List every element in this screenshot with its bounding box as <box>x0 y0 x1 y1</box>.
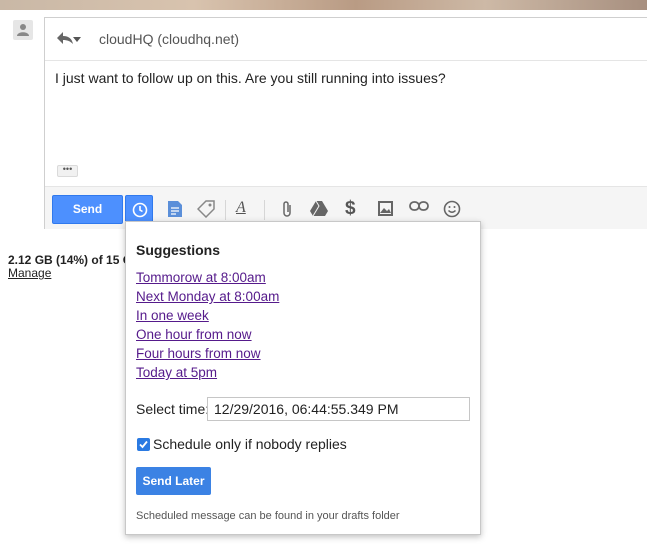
checkmark-icon <box>139 440 148 449</box>
suggestions-heading: Suggestions <box>136 242 221 258</box>
link-icon[interactable] <box>409 200 429 212</box>
drafts-folder-note: Scheduled message can be found in your d… <box>136 510 400 522</box>
manage-storage-link[interactable]: Manage <box>8 266 51 280</box>
storage-usage: 2.12 GB (14%) of 15 GB <box>8 253 141 267</box>
compose-window: cloudHQ (cloudhq.net) I just want to fol… <box>44 17 647 229</box>
message-body[interactable]: I just want to follow up on this. Are yo… <box>55 70 446 86</box>
select-time-label: Select time: <box>136 401 210 417</box>
money-icon[interactable]: $ <box>345 198 356 220</box>
show-trimmed-content-button[interactable]: ••• <box>57 165 78 177</box>
text-format-icon[interactable]: A <box>236 199 246 217</box>
emoji-icon[interactable] <box>443 200 461 218</box>
suggestion-link[interactable]: Tommorow at 8:00am <box>136 270 266 285</box>
suggestion-link[interactable]: Four hours from now <box>136 346 261 361</box>
schedule-clock-icon <box>132 202 148 218</box>
send-button[interactable]: Send <box>52 195 123 224</box>
reply-icon[interactable] <box>57 32 73 44</box>
drive-icon[interactable] <box>310 200 328 216</box>
photo-icon[interactable] <box>377 200 394 217</box>
schedule-button[interactable] <box>125 195 153 224</box>
person-icon <box>17 24 29 36</box>
notes-icon[interactable] <box>167 200 183 218</box>
suggestion-link[interactable]: Next Monday at 8:00am <box>136 289 279 304</box>
avatar <box>13 20 33 40</box>
send-later-button[interactable]: Send Later <box>136 467 211 495</box>
toolbar-divider <box>264 200 265 220</box>
background-banner <box>0 0 647 10</box>
tag-icon[interactable] <box>197 200 215 218</box>
schedule-popup: Suggestions Tommorow at 8:00am Next Mond… <box>125 221 481 535</box>
compose-header: cloudHQ (cloudhq.net) <box>45 18 647 61</box>
suggestion-link[interactable]: In one week <box>136 308 209 323</box>
attach-icon[interactable] <box>281 200 293 218</box>
select-time-input[interactable] <box>207 397 470 421</box>
schedule-only-if-no-reply-label[interactable]: Schedule only if nobody replies <box>153 436 347 452</box>
chevron-down-icon[interactable] <box>73 37 81 42</box>
schedule-only-if-no-reply-checkbox[interactable] <box>137 438 150 451</box>
suggestion-link[interactable]: Today at 5pm <box>136 365 217 380</box>
toolbar-divider <box>225 200 226 220</box>
recipient[interactable]: cloudHQ (cloudhq.net) <box>99 31 239 47</box>
suggestion-link[interactable]: One hour from now <box>136 327 252 342</box>
